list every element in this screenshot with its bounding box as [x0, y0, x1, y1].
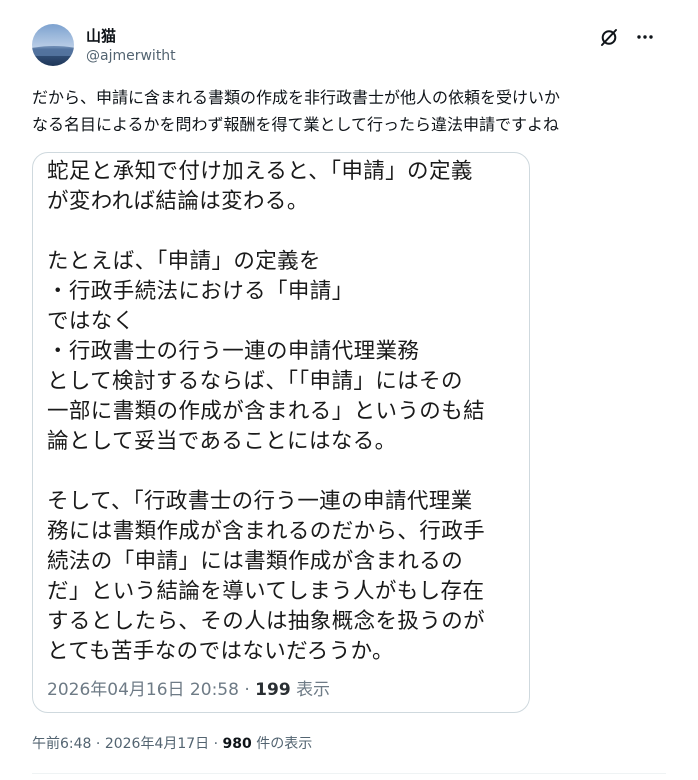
tweet-date[interactable]: 2026年4月17日 [105, 736, 209, 752]
more-dots-icon[interactable] [634, 26, 656, 48]
image-views-count: 199 [255, 680, 291, 700]
tweet-footer-meta: 午前6:48 · 2026年4月17日 · 980 件の表示 [32, 733, 312, 753]
avatar-landscape [32, 46, 74, 56]
avatar[interactable] [32, 24, 74, 66]
image-views-label: 表示 [296, 680, 331, 700]
tweet-views-label: 件の表示 [256, 736, 313, 752]
author-display-name[interactable]: 山猫 [86, 25, 116, 46]
image-text: 蛇足と承知で付け加えると、「申請」の定義 が変われば結論は変わる。 たとえば、「… [47, 159, 486, 664]
attached-image[interactable]: 蛇足と承知で付け加えると、「申請」の定義 が変われば結論は変わる。 たとえば、「… [32, 152, 530, 713]
tweet-time[interactable]: 午前6:48 [32, 736, 91, 752]
image-meta: 2026年04月16日 20:58 · 199 表示 [47, 675, 330, 700]
footer-separator: · [95, 736, 101, 752]
author-handle[interactable]: @ajmerwitht [86, 48, 176, 64]
grok-slash-icon[interactable] [598, 26, 620, 48]
footer-separator: · [213, 736, 219, 752]
image-date: 2026年04月16日 20:58 [47, 680, 239, 700]
image-separator: · [244, 680, 250, 700]
divider [32, 773, 666, 774]
header-actions [598, 26, 656, 48]
tweet-text: だから、申請に含まれる書類の作成を非行政書士が他人の依頼を受けいか なる名目によ… [32, 88, 561, 134]
tweet-views-count: 980 [222, 736, 252, 752]
